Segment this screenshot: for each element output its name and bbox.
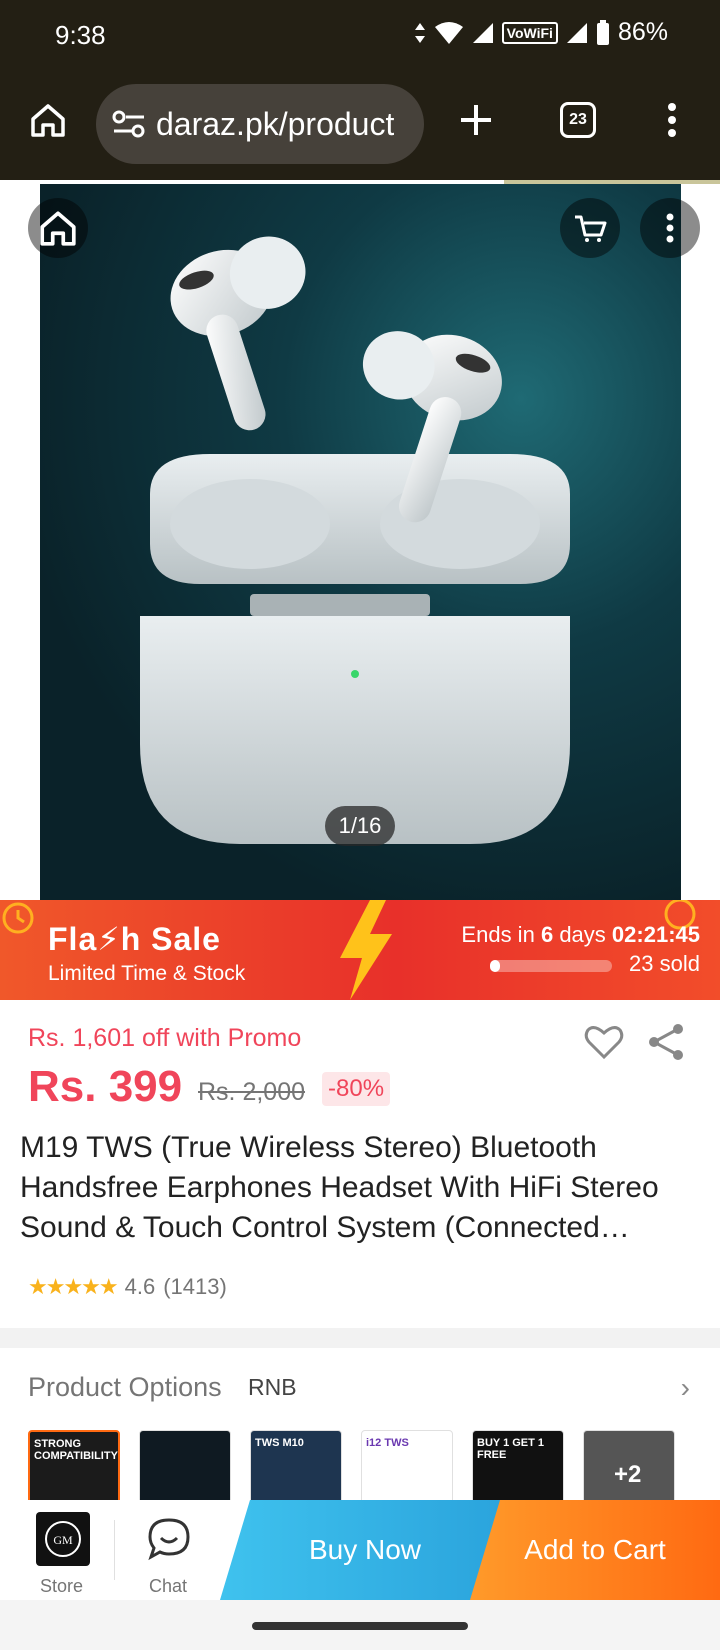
signal-icon <box>472 22 493 43</box>
product-options-selected: RNB <box>248 1374 297 1400</box>
option-thumbnail[interactable]: STRONG COMPATIBILITY <box>28 1430 120 1500</box>
product-title: M19 TWS (True Wireless Stereo) Bluetooth… <box>20 1131 659 1244</box>
wifi-icon <box>434 21 463 44</box>
sold-progress-bar <box>490 960 612 972</box>
signal-icon-2 <box>566 22 587 43</box>
option-thumbnail-label: STRONG COMPATIBILITY <box>34 1438 118 1462</box>
image-counter: 1/16 <box>325 806 395 846</box>
tab-switcher-button[interactable]: 23 <box>556 98 600 142</box>
wishlist-heart-icon[interactable] <box>584 1024 624 1065</box>
status-bar: 9:38 VoWiFi 86% <box>0 0 720 74</box>
tab-count: 23 <box>560 102 596 138</box>
option-thumbnail-label: i12 TWS <box>366 1437 409 1449</box>
buy-now-button[interactable]: Buy Now <box>220 1500 510 1600</box>
option-thumbnail[interactable]: BUY 1 GET 1 FREE <box>472 1430 564 1500</box>
flash-sale-subtitle: Limited Time & Stock <box>48 962 246 985</box>
more-vertical-icon <box>666 213 674 243</box>
ends-days: 6 <box>540 922 554 947</box>
chat-label[interactable]: Chat <box>149 1576 187 1597</box>
battery-icon <box>596 19 609 45</box>
battery-percent: 86% <box>617 18 668 46</box>
rating-value: 4.6 <box>124 1274 156 1299</box>
discount-badge: -80% <box>322 1072 391 1106</box>
alarm-clock-icon <box>2 902 34 934</box>
home-icon <box>40 211 76 246</box>
product-menu-button[interactable] <box>640 198 700 258</box>
store-label[interactable]: Store <box>40 1576 83 1597</box>
site-settings-icon[interactable] <box>112 109 146 139</box>
option-thumbnail-label: +2 <box>614 1461 642 1488</box>
review-count: (1413) <box>163 1274 227 1299</box>
hero-margin-right <box>681 184 720 900</box>
store-home-button[interactable] <box>28 198 88 258</box>
flash-sale-banner[interactable]: Fla⚡h Sale Limited Time & Stock Ends in … <box>0 900 720 1000</box>
section-divider <box>0 1328 720 1348</box>
rating-row[interactable]: ★★★★★ 4.6 (1413) <box>28 1274 227 1300</box>
status-time: 9:38 <box>55 20 106 50</box>
url-text: daraz.pk/product <box>156 105 395 142</box>
product-image[interactable] <box>40 184 681 900</box>
current-price: Rs. 399 <box>28 1062 183 1111</box>
option-thumbnail-label: BUY 1 GET 1 FREE <box>477 1437 545 1461</box>
option-thumbnail[interactable]: +2 <box>583 1430 675 1500</box>
add-to-cart-button[interactable]: Add to Cart <box>470 1500 720 1600</box>
browser-menu-icon[interactable] <box>652 98 692 142</box>
product-options-label[interactable]: Product Options <box>28 1372 222 1403</box>
new-tab-icon[interactable] <box>454 98 498 142</box>
status-icons: VoWiFi 86% <box>414 18 668 47</box>
bottom-bar-divider <box>114 1520 115 1580</box>
hero-margin-left <box>0 184 40 900</box>
cart-icon <box>575 215 607 242</box>
sold-progress-fill <box>490 960 500 972</box>
lightning-bolt-icon <box>340 900 392 1000</box>
ends-prefix: Ends in <box>461 922 535 947</box>
gesture-handle[interactable] <box>252 1622 468 1630</box>
chevron-right-icon[interactable]: › <box>681 1372 690 1404</box>
option-thumbnails: STRONG COMPATIBILITY TWS M10 i12 TWS BUY 1 … <box>28 1430 708 1500</box>
ends-days-label: days <box>559 922 606 947</box>
option-thumbnail[interactable]: TWS M10 <box>250 1430 342 1500</box>
option-thumbnail-label: TWS M10 <box>255 1437 304 1449</box>
browser-home-icon[interactable] <box>26 98 70 142</box>
promo-text[interactable]: Rs. 1,601 off with Promo <box>28 1024 301 1053</box>
svg-text:GM: GM <box>53 1533 73 1547</box>
store-logo[interactable]: GM <box>36 1512 90 1566</box>
data-arrows-icon <box>414 22 425 43</box>
ends-time: 02:21:45 <box>611 922 700 947</box>
chat-icon[interactable] <box>146 1516 192 1567</box>
option-thumbnail[interactable]: i12 TWS <box>361 1430 453 1500</box>
url-bar[interactable]: daraz.pk/product <box>96 84 424 164</box>
browser-toolbar: daraz.pk/product 23 <box>0 74 720 180</box>
star-rating-icon: ★★★★★ <box>28 1274 119 1299</box>
original-price: Rs. 2,000 <box>198 1078 306 1106</box>
vowifi-badge: VoWiFi <box>501 21 558 44</box>
option-thumbnail[interactable] <box>139 1430 231 1500</box>
share-icon[interactable] <box>646 1022 686 1067</box>
earbuds-case-illustration <box>140 236 570 844</box>
flash-sale-countdown: Ends in 6 days 02:21:45 <box>461 922 700 948</box>
sold-count: 23 sold <box>629 951 700 976</box>
cart-button[interactable] <box>560 198 620 258</box>
flash-sale-title: Fla⚡h Sale <box>48 921 221 957</box>
